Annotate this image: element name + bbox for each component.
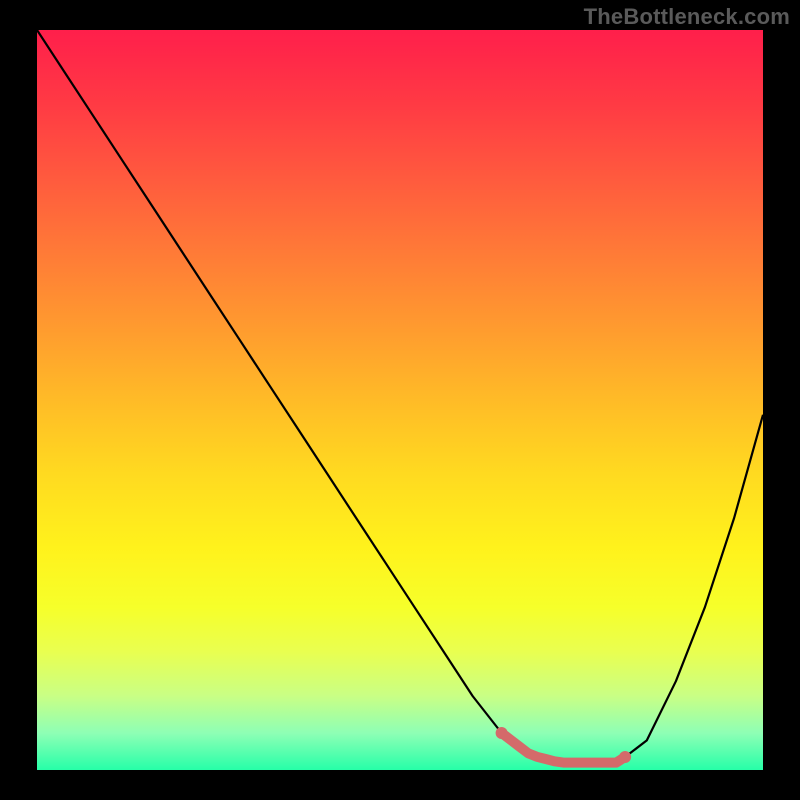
chart-frame: TheBottleneck.com bbox=[0, 0, 800, 800]
optimal-range-band bbox=[502, 733, 625, 763]
plot-area bbox=[37, 30, 763, 770]
optimal-range-end-dot bbox=[619, 751, 631, 763]
optimal-range-start-dot bbox=[496, 727, 508, 739]
chart-svg bbox=[37, 30, 763, 770]
bottleneck-curve bbox=[37, 30, 763, 763]
watermark-text: TheBottleneck.com bbox=[584, 4, 790, 30]
